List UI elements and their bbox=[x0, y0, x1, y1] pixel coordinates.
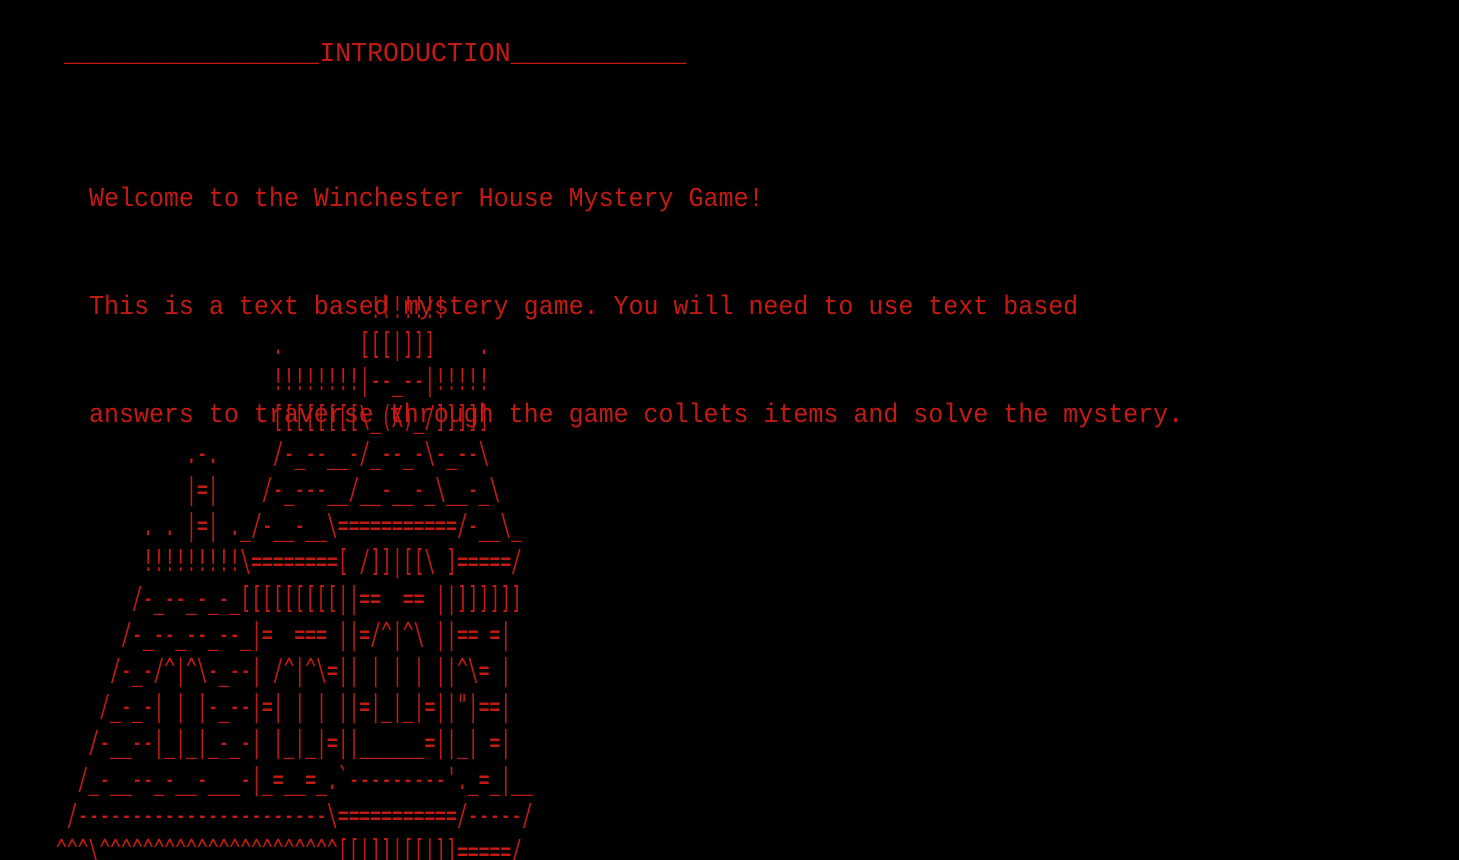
ascii-art-line: /-_--_--_--_|= === ||=/^|^\ ||== =| bbox=[56, 616, 512, 652]
ascii-art-line: .-. /-_--__-/_--_-\-_--\ bbox=[56, 435, 490, 471]
ascii-art-line: /-__--|_|_|_-_-| |_|_|=||______=||_| =| bbox=[56, 725, 512, 761]
section-heading: ________________INTRODUCTION___________ bbox=[0, 40, 687, 70]
ascii-art-line: /_-__--_-__-___-|_=__=_.`---------'._=_|… bbox=[56, 761, 533, 797]
ascii-art-line: /-----------------------\===========/---… bbox=[56, 797, 533, 833]
ascii-art-line: . [[[|]]] . bbox=[56, 327, 490, 363]
ascii-art-line: !!!!!!! bbox=[56, 291, 447, 326]
ascii-art-line: [[[[[[[[\_(X)_/]]]]] bbox=[56, 399, 490, 435]
ascii-art-line: /-_-/^|^\-_--| /^|^\=|| | | | ||^\= | bbox=[56, 653, 512, 689]
ascii-art-line: . . |=| ._/-__-__\===========/-__\_ bbox=[56, 508, 522, 544]
ascii-art-line: !!!!!!!!|--_--|!!!!! bbox=[56, 363, 490, 399]
ascii-art-line: /-_--_-_-_[[[[[[[[[||== == ||]]]]]] bbox=[56, 580, 522, 616]
ascii-art-line: ^^^\^^^^^^^^^^^^^^^^^^^^^^[[|]]|[[|]]===… bbox=[56, 834, 522, 860]
ascii-art-line: !!!!!!!!!\========[ /]]|[[\ ]=====/ bbox=[56, 544, 522, 580]
ascii-art-line: |=| /-_---__/__-__-_\__-_\ bbox=[56, 472, 501, 508]
winchester-house-ascii-art: !!!!!!! . [[[|]]] . !!!!!!!!|--_--|!!!!!… bbox=[56, 291, 533, 860]
ascii-art-line: /_-_-| | |-_--|=| | | ||=|_|_|=||"|==| bbox=[56, 689, 512, 725]
intro-line: Welcome to the Winchester House Mystery … bbox=[89, 185, 764, 215]
